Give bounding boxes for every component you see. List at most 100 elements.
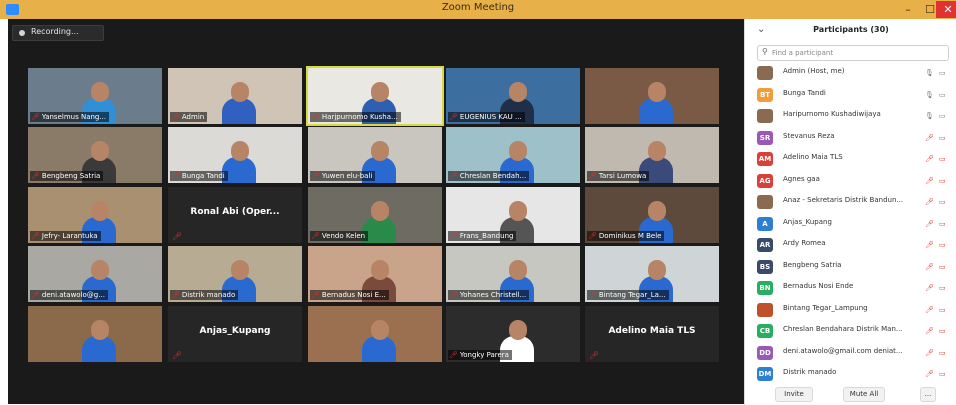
participant-row[interactable]: Admin (Host, me) 🎙︎ ▭ [745, 63, 956, 83]
participant-row[interactable]: CB Chreslan Bendahara Distrik Man... 🎤︎ ▭ [745, 321, 956, 341]
video-tile[interactable]: 🎤︎ Bernadus Nosi E... [308, 246, 442, 302]
muted-mic-icon[interactable]: 🎤︎ [925, 196, 934, 208]
mic-icon[interactable]: 🎙︎ [925, 110, 934, 122]
participant-row[interactable]: BS Bengbeng Satria 🎤︎ ▭ [745, 257, 956, 277]
muted-mic-icon[interactable]: 🎤︎ [925, 368, 934, 380]
participants-panel: ⌄ Participants (30) ⚲ Admin (Host, me) 🎙︎… [744, 19, 956, 405]
video-icon[interactable]: ▭ [939, 110, 946, 122]
video-off-icon[interactable]: ▭ [939, 218, 946, 230]
muted-mic-icon[interactable]: 🎤︎ [925, 282, 934, 294]
mic-icon[interactable]: 🎙︎ [925, 89, 934, 101]
participant-row[interactable]: A Anjas_Kupang 🎤︎ ▭ [745, 214, 956, 234]
search-box[interactable]: ⚲ [757, 45, 949, 61]
video-tile[interactable]: 🎤︎ Admin [168, 68, 302, 124]
muted-mic-icon[interactable]: 🎤︎ [925, 153, 934, 165]
video-off-icon[interactable]: ▭ [939, 304, 946, 316]
avatar [757, 66, 773, 80]
muted-mic-icon[interactable]: 🎤︎ [925, 239, 934, 251]
video-off-icon[interactable]: ▭ [939, 368, 946, 380]
muted-mic-icon[interactable]: 🎤︎ [925, 304, 934, 316]
close-button[interactable]: ✕ [936, 1, 956, 18]
participant-row[interactable]: DD deni.atawolo@gmail.com deniat... 🎤︎ ▭ [745, 343, 956, 363]
video-tile[interactable]: 🎤︎ Tarsi Lumowa [585, 127, 719, 183]
video-tile[interactable]: 🎤︎ Frans_Bandung [446, 187, 580, 243]
avatar: BT [757, 87, 773, 102]
video-off-icon[interactable]: ▭ [939, 132, 946, 144]
video-feed [585, 68, 719, 124]
video-tile[interactable]: 🎤︎ deni.atawolo@g... [28, 246, 162, 302]
video-tile[interactable]: 🎤︎ Bunga Tandi [168, 127, 302, 183]
video-off-icon[interactable]: ▭ [939, 239, 946, 251]
tile-name-text: EUGENIUS KAU ... [459, 113, 522, 121]
mute-all-button[interactable]: Mute All [843, 387, 885, 402]
participant-name: Haripurnomo Kushadiwijaya [783, 110, 881, 118]
video-icon[interactable]: ▭ [939, 67, 946, 79]
video-tile[interactable] [28, 306, 162, 362]
video-tile[interactable]: 🎤︎ Distrik manado [168, 246, 302, 302]
video-off-icon[interactable]: ▭ [939, 196, 946, 208]
video-off-icon[interactable]: ▭ [939, 282, 946, 294]
more-button[interactable]: ... [920, 387, 936, 402]
participant-row[interactable]: Anaz - Sekretaris Distrik Bandun... 🎤︎ ▭ [745, 192, 956, 212]
tile-name-label: 🎤︎ Yohanes Christell... [448, 290, 530, 300]
video-tile[interactable]: Anjas_Kupang 🎤︎ [168, 306, 302, 362]
video-tile[interactable]: Adelino Maia TLS 🎤︎ [585, 306, 719, 362]
video-off-icon[interactable]: ▭ [939, 325, 946, 337]
video-tile[interactable]: 🎤︎ Yohanes Christell... [446, 246, 580, 302]
video-tile[interactable]: 🎤︎ Yongky Parera [446, 306, 580, 362]
muted-mic-icon: 🎤︎ [449, 291, 458, 299]
window-title: Zoom Meeting [441, 2, 515, 13]
participant-row[interactable]: Haripurnomo Kushadiwijaya 🎙︎ ▭ [745, 106, 956, 126]
video-tile[interactable]: 🎤︎ Bengbeng Satria [28, 127, 162, 183]
invite-button[interactable]: Invite [775, 387, 813, 402]
mic-icon[interactable]: 🎙︎ [925, 67, 934, 79]
video-off-icon[interactable]: ▭ [939, 153, 946, 165]
video-tile[interactable]: 🎤︎ Yanselmus Nang... [28, 68, 162, 124]
muted-mic-icon[interactable]: 🎤︎ [925, 175, 934, 187]
video-tile[interactable]: 🎤︎ Yuwen elu-bali [308, 127, 442, 183]
participant-row[interactable]: AM Adelino Maia TLS 🎤︎ ▭ [745, 149, 956, 169]
participant-name: Agnes gaa [783, 174, 820, 183]
muted-mic-icon[interactable]: 🎤︎ [925, 325, 934, 337]
tile-name-text: Frans_Bandung [459, 232, 514, 240]
muted-mic-icon: 🎤︎ [588, 291, 597, 299]
video-tile[interactable] [585, 68, 719, 124]
muted-mic-icon[interactable]: 🎤︎ [925, 218, 934, 230]
participant-row[interactable]: AG Agnes gaa 🎤︎ ▭ [745, 171, 956, 191]
video-icon[interactable]: ▭ [939, 89, 946, 101]
video-off-icon[interactable]: ▭ [939, 261, 946, 273]
video-tile[interactable]: 🎤︎ Chreslan Bendah... [446, 127, 580, 183]
tile-name-label: 🎤︎ Jefry- Larantuka [30, 231, 101, 241]
video-tile[interactable]: 🎤︎ Bintang Tegar_La... [585, 246, 719, 302]
muted-mic-icon: 🎤︎ [449, 232, 458, 240]
minimize-button[interactable]: – [896, 1, 920, 18]
video-off-icon[interactable]: ▭ [939, 175, 946, 187]
participant-row[interactable]: DM Distrik manado 🎤︎ ▭ [745, 364, 956, 384]
muted-mic-icon[interactable]: 🎤︎ [925, 347, 934, 359]
participant-row[interactable]: Bintang Tegar_Lampung 🎤︎ ▭ [745, 300, 956, 320]
participant-head [370, 260, 389, 280]
video-tile[interactable]: 🎤︎ EUGENIUS KAU ... [446, 68, 580, 124]
tile-name-label: 🎤︎ Harjpurnomo Kusha... [310, 112, 401, 122]
participant-head [508, 82, 527, 102]
participant-head [647, 201, 666, 221]
recording-indicator[interactable]: Recording... [12, 25, 104, 41]
muted-mic-icon[interactable]: 🎤︎ [925, 132, 934, 144]
tile-name-text: Bintang Tegar_La... [598, 291, 666, 299]
video-tile[interactable]: 🎤︎ Harjpurnomo Kusha... [306, 66, 444, 126]
video-tile[interactable]: 🎤︎ Dominikus M Bele [585, 187, 719, 243]
participant-row[interactable]: BT Bunga Tandi 🎙︎ ▭ [745, 85, 956, 105]
participant-row[interactable]: AR Ardy Romea 🎤︎ ▭ [745, 235, 956, 255]
participant-row[interactable]: BN Bernadus Nosi Ende 🎤︎ ▭ [745, 278, 956, 298]
video-tile[interactable]: 🎤︎ Jefry- Larantuka [28, 187, 162, 243]
video-tile[interactable] [308, 306, 442, 362]
muted-mic-icon[interactable]: 🎤︎ [925, 261, 934, 273]
avatar: AR [757, 238, 773, 252]
participant-head [370, 82, 389, 102]
video-tile[interactable]: 🎤︎ Vendo Kelen [308, 187, 442, 243]
participant-row[interactable]: SR Stevanus Reza 🎤︎ ▭ [745, 128, 956, 148]
search-input[interactable] [772, 46, 942, 59]
video-tile[interactable]: Ronal Abi (Oper... 🎤︎ [168, 187, 302, 243]
video-off-icon[interactable]: ▭ [939, 347, 946, 359]
participant-head [90, 82, 109, 102]
